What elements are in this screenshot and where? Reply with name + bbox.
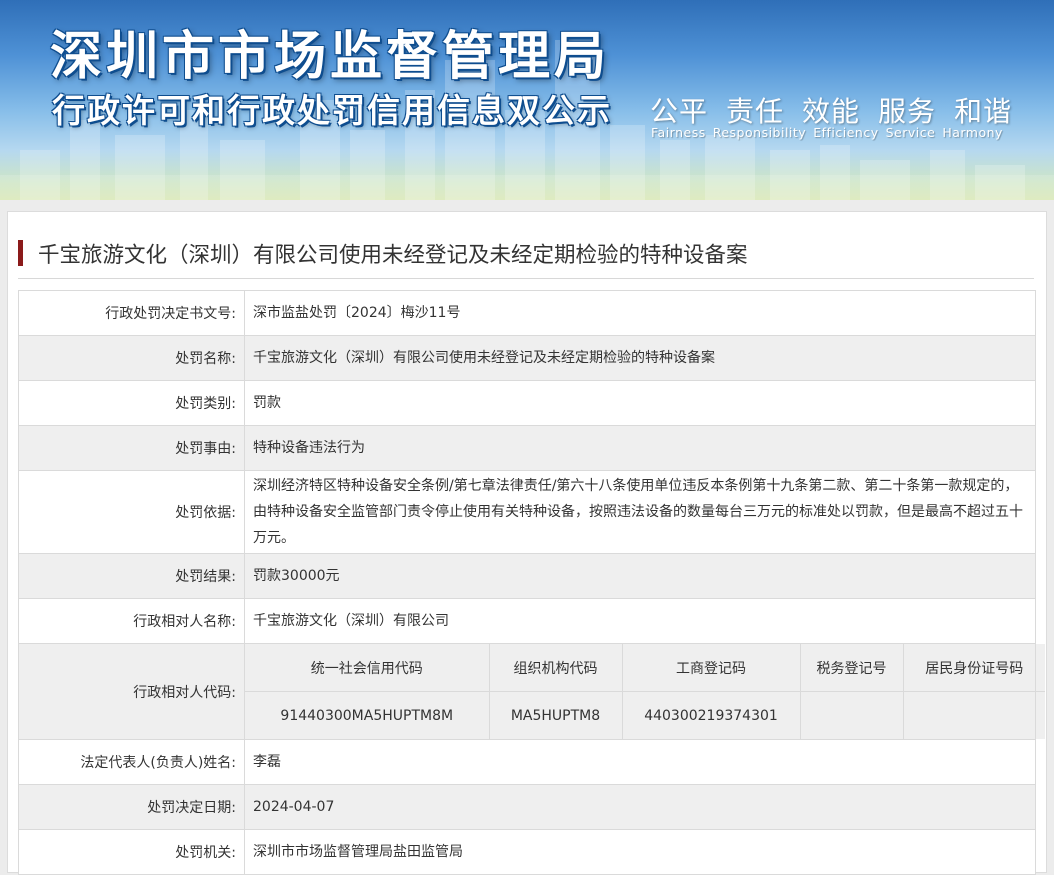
codes-header: 组织机构代码 (489, 644, 623, 692)
header-banner: 深圳市市场监督管理局 行政许可和行政处罚信用信息双公示 公平 责任 效能 服务 和谐 F… (0, 0, 1054, 200)
field-label: 处罚结果: (18, 553, 245, 599)
party-code-cell: 统一社会信用代码 组织机构代码 工商登记码 税务登记号 居民身份证号码 9144… (244, 643, 1045, 740)
title-accent-bar (18, 240, 23, 266)
authority-value: 深圳市市场监督管理局盐田监管局 (244, 829, 1036, 875)
table-row: 处罚决定日期: 2024-04-07 (18, 784, 1036, 830)
table-row: 处罚事由: 特种设备违法行为 (18, 425, 1036, 471)
decision-number-value: 深市监盐处罚〔2024〕梅沙11号 (244, 290, 1036, 336)
table-row: 法定代表人(负责人)姓名: 李磊 (18, 739, 1036, 785)
codes-header: 税务登记号 (800, 644, 904, 692)
field-label: 处罚机关: (18, 829, 245, 875)
party-codes-table: 统一社会信用代码 组织机构代码 工商登记码 税务登记号 居民身份证号码 9144… (245, 644, 1045, 739)
tax-reg-value (800, 691, 904, 739)
legal-rep-value: 李磊 (244, 739, 1036, 785)
field-label: 行政处罚决定书文号: (18, 290, 245, 336)
penalty-reason-value: 特种设备违法行为 (244, 425, 1036, 471)
codes-header: 居民身份证号码 (903, 644, 1045, 692)
slogan-en-item: Responsibility (712, 125, 807, 140)
codes-header-row: 统一社会信用代码 组织机构代码 工商登记码 税务登记号 居民身份证号码 (245, 644, 1045, 692)
slogan-cn-item: 效能 (802, 95, 861, 128)
id-number-value (903, 691, 1045, 739)
slogan-cn-item: 服务 (878, 95, 937, 128)
codes-value-row: 91440300MA5HUPTM8M MA5HUPTM8 44030021937… (245, 691, 1045, 739)
case-title: 千宝旅游文化（深圳）有限公司使用未经登记及未经定期检验的特种设备案 (38, 243, 748, 268)
table-row: 行政相对人代码: 统一社会信用代码 组织机构代码 工商登记码 税务登记号 居民身… (18, 643, 1045, 740)
slogan-cn-item: 和谐 (954, 95, 1013, 128)
codes-header: 工商登记码 (622, 644, 801, 692)
banner-subtitle: 行政许可和行政处罚信用信息双公示 (52, 91, 612, 130)
field-label: 法定代表人(负责人)姓名: (18, 739, 245, 785)
banner-title: 深圳市市场监督管理局 (50, 27, 611, 87)
slogan-cn-item: 公平 (650, 95, 709, 128)
table-row: 行政相对人名称: 千宝旅游文化（深圳）有限公司 (18, 598, 1036, 644)
case-title-bar: 千宝旅游文化（深圳）有限公司使用未经登记及未经定期检验的特种设备案 (18, 234, 1034, 279)
penalty-type-value: 罚款 (244, 380, 1036, 426)
slogan-en-item: Efficiency (813, 125, 879, 140)
party-name-value: 千宝旅游文化（深圳）有限公司 (244, 598, 1036, 644)
penalty-name-value: 千宝旅游文化（深圳）有限公司使用未经登记及未经定期检验的特种设备案 (244, 335, 1036, 381)
case-detail-panel: 千宝旅游文化（深圳）有限公司使用未经登记及未经定期检验的特种设备案 行政处罚决定… (7, 211, 1047, 875)
slogan-cn-item: 责任 (726, 95, 785, 128)
codes-header: 统一社会信用代码 (245, 644, 490, 692)
case-info-table: 行政处罚决定书文号: 深市监盐处罚〔2024〕梅沙11号 处罚名称: 千宝旅游文… (18, 290, 1045, 875)
field-label: 处罚依据: (18, 470, 245, 554)
field-label: 行政相对人代码: (18, 643, 245, 740)
field-label: 行政相对人名称: (18, 598, 245, 644)
slogan-en-item: Harmony (942, 125, 1003, 140)
field-label: 处罚决定日期: (18, 784, 245, 830)
slogan-chinese: 公平 责任 效能 服务 和谐 (650, 90, 1030, 130)
table-row: 处罚结果: 罚款30000元 (18, 553, 1036, 599)
slogan-en-item: Fairness (651, 125, 706, 140)
penalty-basis-value: 深圳经济特区特种设备安全条例/第七章法律责任/第六十八条使用单位违反本条例第十九… (244, 470, 1036, 554)
decision-date-value: 2024-04-07 (244, 784, 1036, 830)
table-row: 处罚机关: 深圳市市场监督管理局盐田监管局 (18, 829, 1036, 875)
table-row: 处罚名称: 千宝旅游文化（深圳）有限公司使用未经登记及未经定期检验的特种设备案 (18, 335, 1036, 381)
table-row: 行政处罚决定书文号: 深市监盐处罚〔2024〕梅沙11号 (18, 290, 1036, 336)
penalty-result-value: 罚款30000元 (244, 553, 1036, 599)
table-row: 处罚类别: 罚款 (18, 380, 1036, 426)
field-label: 处罚类别: (18, 380, 245, 426)
org-code-value: MA5HUPTM8 (489, 691, 623, 739)
credit-code-value: 91440300MA5HUPTM8M (245, 691, 490, 739)
slogan-en-item: Service (885, 125, 936, 140)
table-row: 处罚依据: 深圳经济特区特种设备安全条例/第七章法律责任/第六十八条使用单位违反… (18, 470, 1036, 554)
business-reg-value: 440300219374301 (622, 691, 801, 739)
field-label: 处罚事由: (18, 425, 245, 471)
field-label: 处罚名称: (18, 335, 245, 381)
slogan-english: Fairness Responsibility Efficiency Service H… (651, 125, 1010, 140)
